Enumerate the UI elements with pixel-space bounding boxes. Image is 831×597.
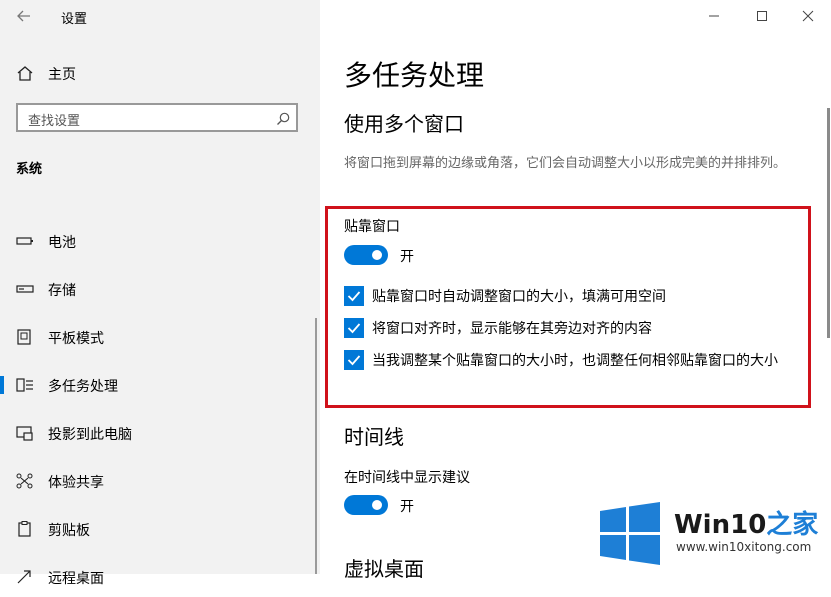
battery-icon [16, 233, 34, 249]
snap-option-checkbox-2[interactable] [344, 318, 364, 338]
toggle-knob [372, 250, 382, 260]
main-content: 多任务处理 使用多个窗口 将窗口拖到屏幕的边缘或角落，它们会自动调整大小以形成完… [320, 0, 831, 581]
section-label: 系统 [16, 162, 43, 177]
sidebar-item-label: 投影到此电脑 [48, 427, 132, 443]
timeline-toggle[interactable] [344, 495, 388, 515]
search-icon[interactable] [276, 111, 290, 125]
sidebar-item-storage[interactable]: 存储 [0, 269, 320, 309]
tablet-mode-icon [16, 329, 34, 345]
clipboard-icon [16, 521, 34, 537]
back-arrow-icon [17, 10, 30, 22]
sidebar-item-share[interactable]: 体验共享 [0, 461, 320, 501]
back-button[interactable] [12, 5, 36, 27]
checkmark-icon [347, 355, 361, 366]
toggle-knob [372, 500, 382, 510]
watermark-brand-b: 之家 [766, 510, 819, 540]
snap-option-label: 将窗口对齐时，显示能够在其旁边对齐的内容 [372, 321, 652, 337]
sidebar-scrollbar[interactable] [315, 318, 317, 574]
sidebar-item-label: 体验共享 [48, 475, 104, 491]
minimize-icon [709, 15, 719, 17]
timeline-toggle-state: 开 [400, 499, 414, 515]
sidebar-item-tablet-mode[interactable]: 平板模式 [0, 317, 320, 357]
windows-logo-icon [600, 502, 660, 565]
project-icon [16, 425, 34, 441]
virtual-desktops-heading: 虚拟桌面 [344, 557, 424, 581]
sidebar-item-label: 电池 [48, 235, 76, 251]
close-button[interactable] [800, 8, 816, 24]
sidebar: 设置 主页 查找设置 系统 电池 存储 平板模式 多任务处理 投影到此电脑 体验… [0, 0, 320, 587]
active-indicator [0, 376, 4, 394]
snap-option-checkbox-1[interactable] [344, 286, 364, 306]
remote-desktop-icon [16, 569, 34, 585]
snap-option-label: 贴靠窗口时自动调整窗口的大小，填满可用空间 [372, 289, 666, 305]
snap-option-label: 当我调整某个贴靠窗口的大小时，也调整任何相邻贴靠窗口的大小 [372, 353, 778, 369]
multitasking-icon [16, 377, 34, 393]
watermark: Win10之家 www.win10xitong.com [598, 500, 828, 570]
share-icon [16, 473, 34, 489]
watermark-brand-a: Win10 [674, 510, 767, 540]
sidebar-item-label: 远程桌面 [48, 571, 104, 587]
sidebar-item-battery[interactable]: 电池 [0, 221, 320, 261]
snap-toggle[interactable] [344, 245, 388, 265]
sidebar-item-clipboard[interactable]: 剪贴板 [0, 509, 320, 549]
snap-label: 贴靠窗口 [344, 219, 400, 235]
page-title: 多任务处理 [344, 59, 485, 92]
watermark-url: www.win10xitong.com [676, 540, 812, 554]
snap-heading: 使用多个窗口 [344, 112, 464, 136]
sidebar-item-label: 剪贴板 [48, 523, 90, 539]
sidebar-item-label: 多任务处理 [48, 379, 118, 395]
window-title: 设置 [61, 12, 88, 27]
sidebar-item-label: 存储 [48, 283, 76, 299]
timeline-heading: 时间线 [344, 425, 404, 449]
timeline-label: 在时间线中显示建议 [344, 470, 470, 486]
main-scrollbar[interactable] [827, 108, 830, 338]
sidebar-item-project[interactable]: 投影到此电脑 [0, 413, 320, 453]
sidebar-item-label: 主页 [48, 67, 76, 83]
sidebar-item-remote-desktop[interactable]: 远程桌面 [0, 557, 320, 597]
snap-description: 将窗口拖到屏幕的边缘或角落，它们会自动调整大小以形成完美的并排排列。 [344, 156, 787, 171]
minimize-button[interactable] [706, 8, 722, 24]
home-icon [16, 65, 34, 81]
sidebar-item-multitasking[interactable]: 多任务处理 [0, 365, 320, 405]
snap-option-checkbox-3[interactable] [344, 350, 364, 370]
sidebar-item-home[interactable]: 主页 [0, 53, 320, 93]
checkmark-icon [347, 291, 361, 302]
maximize-button[interactable] [754, 8, 770, 24]
checkmark-icon [347, 323, 361, 334]
watermark-brand: Win10之家 [674, 504, 818, 541]
sidebar-item-label: 平板模式 [48, 331, 104, 347]
search-input[interactable]: 查找设置 [16, 103, 298, 132]
storage-icon [16, 281, 34, 297]
highlight-box [325, 206, 811, 408]
search-placeholder: 查找设置 [28, 114, 81, 129]
snap-toggle-state: 开 [400, 249, 414, 265]
maximize-icon [757, 11, 767, 21]
close-icon [802, 10, 814, 22]
